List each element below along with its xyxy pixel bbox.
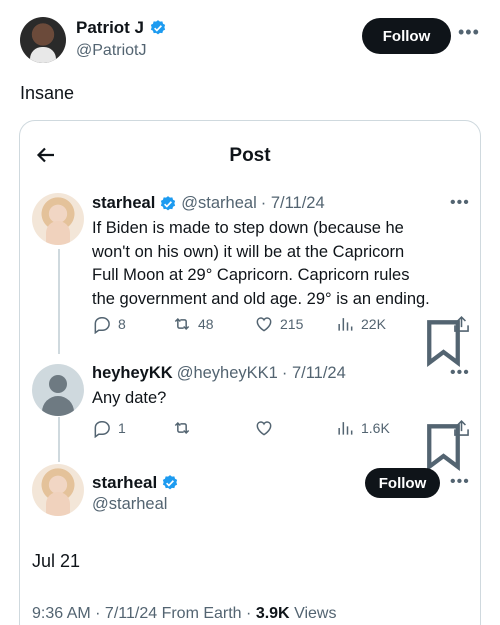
verified-badge-icon — [161, 195, 176, 210]
views-count: 1.6K — [361, 420, 390, 436]
share-icon[interactable] — [451, 418, 472, 439]
main-author-name[interactable]: starheal — [92, 473, 157, 493]
default-avatar[interactable] — [32, 364, 84, 416]
repost-icon — [174, 421, 190, 435]
quoted-post-card: Post starheal @starheal · 7/11/24 ••• If… — [19, 120, 481, 625]
tweet-body: If Biden is made to step down (because h… — [92, 217, 472, 311]
avatar[interactable] — [32, 193, 84, 245]
tweet-timestamp: 9:36 AM · 7/11/24 From Earth · 3.9K View… — [32, 605, 336, 623]
views-chart-icon — [338, 422, 353, 435]
main-author-handle[interactable]: @starheal — [92, 495, 167, 514]
tweet-more-icon[interactable]: ••• — [450, 364, 470, 382]
tweet-more-icon[interactable]: ••• — [450, 194, 470, 212]
more-options-icon[interactable]: ••• — [458, 22, 480, 43]
views-button[interactable]: 22K — [335, 314, 386, 334]
repost-button[interactable] — [172, 418, 192, 438]
share-icon[interactable] — [451, 314, 472, 335]
follow-button[interactable]: Follow — [362, 18, 451, 54]
tweet-line: won't on his own) it will be at the Capr… — [92, 242, 405, 261]
repost-count: 48 — [198, 316, 214, 332]
like-button[interactable]: 215 — [254, 314, 303, 334]
author-avatar[interactable] — [20, 17, 66, 63]
tweet-actions: 1 1.6K — [92, 418, 472, 471]
tweet-meta: starheal @starheal · 7/11/24 — [92, 194, 325, 213]
tweet-date[interactable]: · 7/11/24 — [261, 194, 325, 213]
heart-icon — [256, 421, 272, 436]
author-name[interactable]: Patriot J — [76, 18, 144, 38]
views-button[interactable]: 1.6K — [335, 418, 390, 438]
repost-icon — [174, 317, 190, 331]
like-count: 215 — [280, 316, 304, 332]
tweet-author-handle[interactable]: @starheal — [181, 194, 256, 213]
tweet-meta: heyheyKK @heyheyKK1 · 7/11/24 — [92, 364, 346, 383]
author-name-row[interactable]: Patriot J — [76, 18, 167, 38]
timestamp-text[interactable]: 9:36 AM · 7/11/24 From Earth · — [32, 605, 251, 622]
author-handle[interactable]: @PatriotJ — [76, 42, 146, 60]
reply-count: 1 — [118, 420, 126, 436]
tweet-author-name[interactable]: heyheyKK — [92, 364, 173, 383]
tweet-line: the government and old age. 29° is an en… — [92, 289, 430, 308]
tweet-author-name[interactable]: starheal — [92, 194, 155, 213]
follow-button[interactable]: Follow — [365, 468, 440, 498]
main-tweet-meta: starheal — [92, 473, 179, 493]
page-title: Post — [229, 145, 271, 166]
views-chart-icon — [338, 318, 353, 331]
thread-connector — [58, 417, 60, 462]
post-text: Insane — [20, 83, 75, 103]
tweet-line: If Biden is made to step down (because h… — [92, 219, 404, 237]
like-button[interactable] — [254, 418, 274, 438]
tweet-author-handle[interactable]: @heyheyKK1 — [177, 364, 278, 383]
tweet-more-icon[interactable]: ••• — [450, 473, 470, 491]
tweet-line: Any date? — [92, 389, 167, 407]
views-count: 22K — [361, 316, 386, 332]
views-total: 3.9K — [255, 605, 290, 622]
thread-connector — [58, 249, 60, 354]
reply-button[interactable]: 1 — [92, 418, 126, 438]
verified-badge-icon — [150, 20, 166, 35]
tweet-date[interactable]: · 7/11/24 — [282, 364, 346, 383]
heart-icon — [256, 317, 272, 332]
reply-icon — [94, 317, 110, 334]
reply-icon — [94, 421, 110, 438]
verified-badge-icon — [163, 475, 178, 490]
tweet-line: Full Moon at 29° Capricorn. Capricorn ru… — [92, 266, 410, 284]
avatar[interactable] — [32, 464, 84, 516]
main-tweet-text: Jul 21 — [32, 551, 81, 571]
tweet-actions: 8 48 215 22K — [92, 314, 472, 367]
views-label: Views — [294, 605, 337, 622]
tweet-body: Any date? — [92, 387, 472, 411]
reply-count: 8 — [118, 316, 126, 332]
reply-button[interactable]: 8 — [92, 314, 126, 334]
repost-button[interactable]: 48 — [172, 314, 214, 334]
